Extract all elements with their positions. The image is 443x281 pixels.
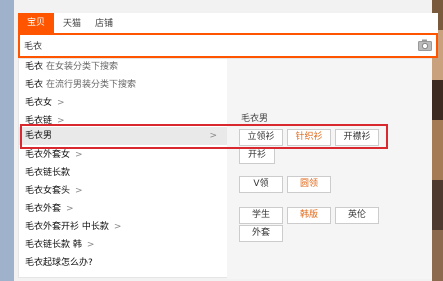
attr-button[interactable]: V领 [239,176,283,193]
tab-baobei[interactable]: 宝贝 [18,13,55,33]
suggestion-item[interactable]: 毛衣外套女 > [19,147,227,163]
suggestion-query: 毛衣 [25,80,44,90]
suggestion-item[interactable]: 毛衣 在女装分类下搜索 [19,59,227,75]
suggestion-query: 毛衣女 [25,98,53,108]
suggestion-hint: 在流行男装分类下搜索 [46,80,137,90]
suggestion-item[interactable]: 毛衣链长款 [19,165,227,181]
search-input[interactable] [24,38,404,53]
suggestion-dropdown: 毛衣 在女装分类下搜索 毛衣 在流行男装分类下搜索 毛衣女 > 毛衣链 > 毛衣男 > 毛… [18,58,432,279]
chevron-right-icon: > [57,98,65,108]
suggestion-query: 毛衣外套女 [25,150,71,160]
suggestion-query: 毛衣起球怎么办? [25,258,93,268]
attr-button[interactable]: 外套 [239,225,283,242]
chevron-right-icon: > [57,116,65,126]
suggestion-item[interactable]: 毛衣外套开衫 中长款 > [19,219,227,235]
search-tabs: 宝贝 天猫 店铺 [18,13,438,33]
background-left-strip [0,0,14,281]
chevron-right-icon: > [75,150,83,160]
suggestion-hint: 在女装分类下搜索 [46,62,119,72]
suggestion-query: 毛衣链长款 韩 [25,240,82,250]
suggestion-item[interactable]: 毛衣外套 > [19,201,227,217]
suggestion-query: 毛衣链 [25,116,53,126]
chevron-right-icon: > [113,222,122,232]
tab-shop[interactable]: 店铺 [86,16,122,33]
attr-button[interactable]: 针织衫 [287,129,331,146]
attr-button[interactable]: 开襟衫 [335,129,379,146]
suggestion-item[interactable]: 毛衣起球怎么办? [19,255,227,271]
suggestion-query: 毛衣外套 [25,204,62,214]
suggestion-query: 毛衣男 [25,131,53,141]
tab-tmall[interactable]: 天猫 [54,16,90,33]
chevron-right-icon: > [75,186,83,196]
suggestion-query: 毛衣链长款 [25,168,71,178]
suggestion-item[interactable]: 毛衣女 > [19,95,227,111]
chevron-right-icon: > [209,131,217,141]
suggestion-item-highlighted[interactable]: 毛衣男 > [19,127,227,145]
attr-button[interactable]: 开衫 [239,147,275,164]
attribute-panel: 毛衣男 立领衫 针织衫 开襟衫 开衫 V领 圆领 学生 韩版 英伦 外套 [227,59,432,279]
chevron-right-icon: > [66,204,74,214]
panel-title: 毛衣男 [241,114,269,124]
suggestion-query: 毛衣 [25,62,44,72]
camera-icon[interactable] [418,39,432,51]
suggestion-item[interactable]: 毛衣女套头 > [19,183,227,199]
suggestion-query: 毛衣外套开衫 中长款 [25,222,109,232]
search-box [18,33,438,58]
suggestion-item[interactable]: 毛衣 在流行男装分类下搜索 [19,77,227,93]
chevron-right-icon: > [86,240,95,250]
suggestion-list: 毛衣 在女装分类下搜索 毛衣 在流行男装分类下搜索 毛衣女 > 毛衣链 > 毛衣男 > 毛… [19,59,227,279]
attr-button[interactable]: 学生 [239,207,283,224]
suggestion-query: 毛衣女套头 [25,186,71,196]
attr-button[interactable]: 立领衫 [239,129,283,146]
suggestion-item[interactable]: 毛衣链长款 韩 > [19,237,227,253]
attr-button[interactable]: 韩版 [287,207,331,224]
attr-button[interactable]: 英伦 [335,207,379,224]
attr-button[interactable]: 圆领 [287,176,331,193]
